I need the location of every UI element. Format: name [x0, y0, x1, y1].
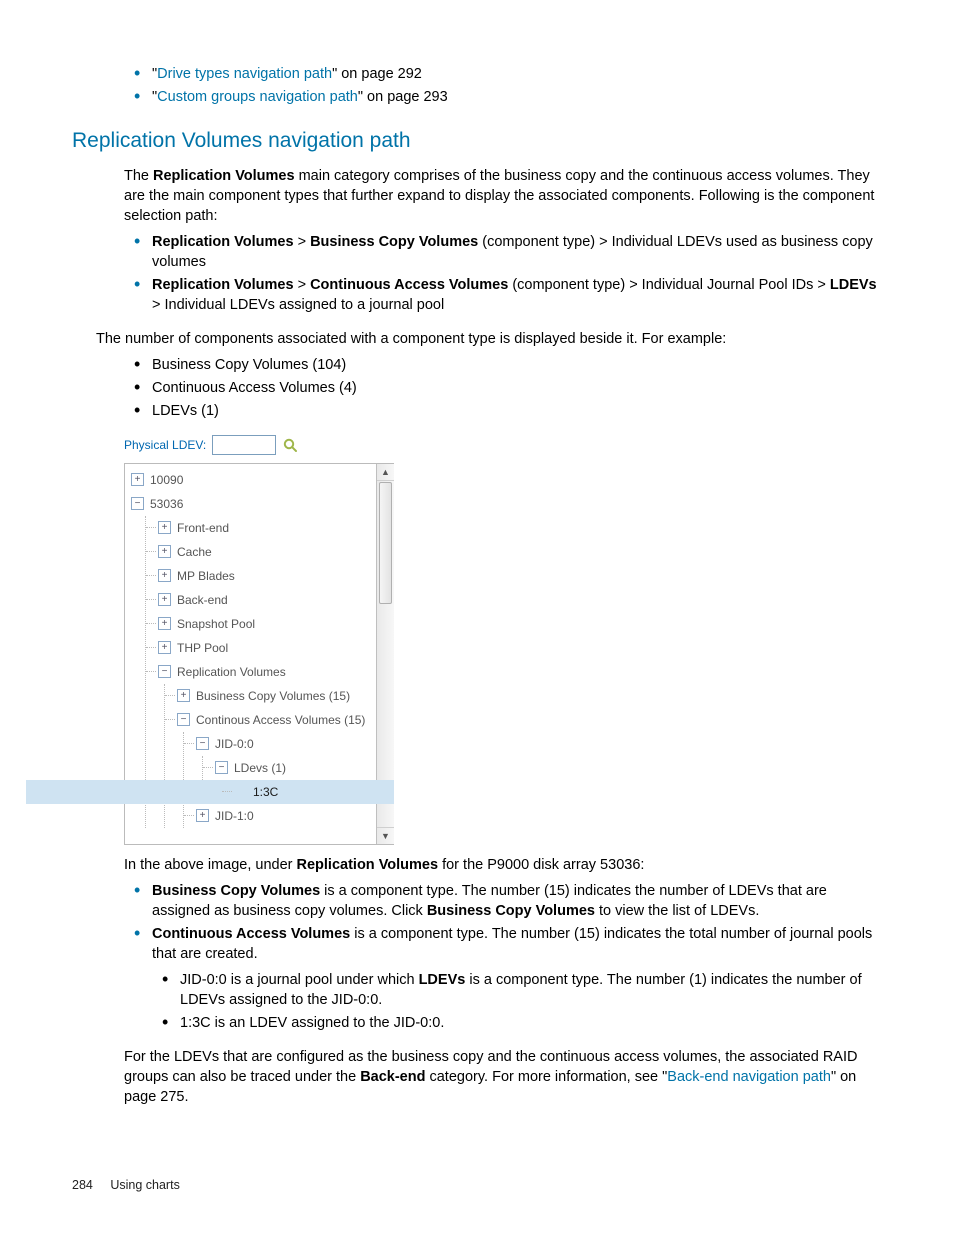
- collapse-icon[interactable]: −: [215, 761, 228, 774]
- tree-node-back-end[interactable]: +Back-end: [150, 588, 394, 612]
- tree-panel: Physical LDEV: ▲ ▼ +10090 −53036 +Front-…: [124, 435, 394, 845]
- tree-node-53036[interactable]: −53036: [131, 492, 394, 516]
- list-item: Continuous Access Volumes (4): [152, 378, 882, 398]
- list-item: "Custom groups navigation path" on page …: [152, 87, 882, 107]
- tree-node-mp-blades[interactable]: +MP Blades: [150, 564, 394, 588]
- path-list: Replication Volumes > Business Copy Volu…: [124, 232, 882, 315]
- bold-term: Replication Volumes: [153, 168, 295, 184]
- description-list: Business Copy Volumes is a component typ…: [124, 881, 882, 1033]
- collapse-icon[interactable]: −: [158, 665, 171, 678]
- link-custom-groups[interactable]: Custom groups navigation path: [157, 89, 358, 105]
- expand-icon[interactable]: +: [158, 545, 171, 558]
- tree-node-ldevs[interactable]: −LDevs (1): [207, 756, 394, 780]
- tree-node-front-end[interactable]: +Front-end: [150, 516, 394, 540]
- search-icon[interactable]: [282, 437, 298, 453]
- list-item: 1:3C is an LDEV assigned to the JID-0:0.: [180, 1013, 882, 1033]
- list-item: LDEVs (1): [152, 401, 882, 421]
- expand-icon[interactable]: +: [177, 689, 190, 702]
- search-label: Physical LDEV:: [124, 437, 206, 454]
- top-link-list: "Drive types navigation path" on page 29…: [124, 64, 882, 107]
- scroll-down-icon[interactable]: ▼: [377, 827, 394, 844]
- tree-node-10090[interactable]: +10090: [131, 468, 394, 492]
- tail-paragraph: For the LDEVs that are configured as the…: [124, 1047, 882, 1107]
- tree-node-continuous-access-volumes[interactable]: −Continous Access Volumes (15): [169, 708, 394, 732]
- collapse-icon[interactable]: −: [177, 713, 190, 726]
- page-number: 284: [72, 1177, 93, 1194]
- collapse-icon[interactable]: −: [196, 737, 209, 750]
- tree-node-snapshot-pool[interactable]: +Snapshot Pool: [150, 612, 394, 636]
- expand-icon[interactable]: +: [158, 521, 171, 534]
- text: " on page 293: [358, 89, 448, 105]
- tree-node-thp-pool[interactable]: +THP Pool: [150, 636, 394, 660]
- tree-box: ▲ ▼ +10090 −53036 +Front-end +Cache +MP …: [124, 463, 394, 845]
- list-item: "Drive types navigation path" on page 29…: [152, 64, 882, 84]
- intro-paragraph: The Replication Volumes main category co…: [124, 166, 882, 226]
- tree-node-1-3c[interactable]: 1:3C: [226, 780, 394, 804]
- page-footer: 284 Using charts: [72, 1177, 882, 1194]
- num-line: The number of components associated with…: [96, 329, 882, 349]
- list-item: Replication Volumes > Continuous Access …: [152, 275, 882, 315]
- expand-icon[interactable]: +: [158, 593, 171, 606]
- tree-node-replication-volumes[interactable]: −Replication Volumes: [150, 660, 394, 684]
- tree-node-jid-0-0[interactable]: −JID-0:0: [188, 732, 394, 756]
- expand-icon[interactable]: +: [158, 617, 171, 630]
- list-item: Replication Volumes > Business Copy Volu…: [152, 232, 882, 272]
- tree-node-business-copy-volumes[interactable]: +Business Copy Volumes (15): [169, 684, 394, 708]
- section-heading: Replication Volumes navigation path: [72, 127, 882, 156]
- physical-ldev-input[interactable]: [212, 435, 276, 455]
- list-item: Business Copy Volumes is a component typ…: [152, 881, 882, 921]
- chapter-title: Using charts: [110, 1178, 179, 1192]
- list-item: Business Copy Volumes (104): [152, 355, 882, 375]
- tree-node-jid-1-0[interactable]: +JID-1:0: [188, 804, 394, 828]
- list-item: Continuous Access Volumes is a component…: [152, 924, 882, 1033]
- list-item: JID-0:0 is a journal pool under which LD…: [180, 970, 882, 1010]
- expand-icon[interactable]: +: [196, 809, 209, 822]
- example-list: Business Copy Volumes (104) Continuous A…: [124, 355, 882, 421]
- link-back-end-nav[interactable]: Back-end navigation path: [667, 1069, 831, 1085]
- collapse-icon[interactable]: −: [131, 497, 144, 510]
- expand-icon[interactable]: +: [158, 569, 171, 582]
- expand-icon[interactable]: +: [131, 473, 144, 486]
- below-image-paragraph: In the above image, under Replication Vo…: [124, 855, 882, 875]
- link-drive-types[interactable]: Drive types navigation path: [157, 66, 332, 82]
- tree-search-row: Physical LDEV:: [124, 435, 394, 455]
- text: " on page 292: [332, 66, 422, 82]
- expand-icon[interactable]: +: [158, 641, 171, 654]
- tree-node-cache[interactable]: +Cache: [150, 540, 394, 564]
- sub-list: JID-0:0 is a journal pool under which LD…: [180, 970, 882, 1033]
